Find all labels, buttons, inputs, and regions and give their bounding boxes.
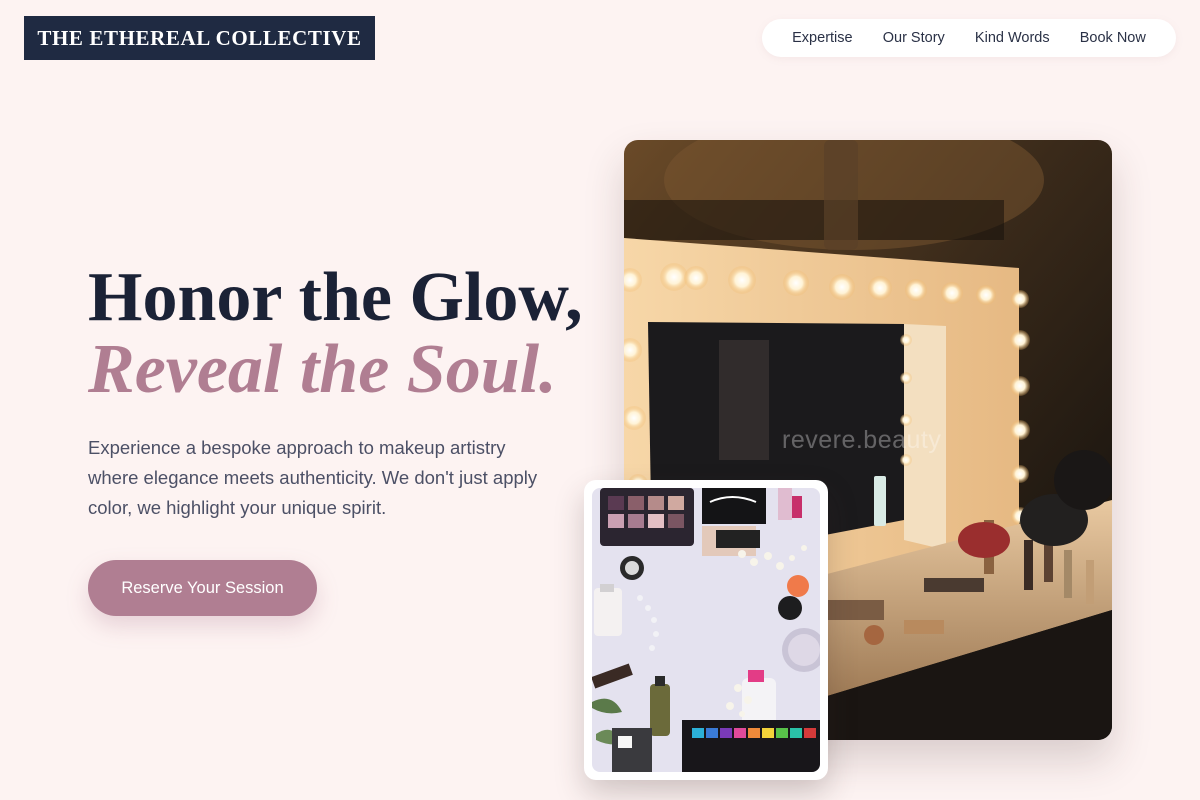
headline-line-2: Reveal the Soul. bbox=[88, 331, 557, 408]
headline-line-1: Honor the Glow, bbox=[88, 259, 583, 336]
nav-link-book-now[interactable]: Book Now bbox=[1072, 26, 1154, 50]
hero-lead-text: Experience a bespoke approach to makeup … bbox=[88, 437, 538, 518]
reserve-session-button[interactable]: Reserve Your Session bbox=[88, 560, 317, 616]
makeup-flatlay-image bbox=[592, 488, 820, 772]
brand-logo[interactable]: THE ETHEREAL COLLECTIVE bbox=[24, 16, 375, 60]
nav-link-our-story[interactable]: Our Story bbox=[875, 26, 953, 50]
hero-headline: Honor the Glow, Reveal the Soul. bbox=[88, 262, 583, 406]
main-nav: Expertise Our Story Kind Words Book Now bbox=[762, 19, 1176, 57]
nav-link-kind-words[interactable]: Kind Words bbox=[967, 26, 1058, 50]
nav-link-expertise[interactable]: Expertise bbox=[784, 26, 860, 50]
image-watermark: revere.beauty bbox=[782, 426, 942, 454]
makeup-flatlay-card bbox=[584, 480, 828, 780]
